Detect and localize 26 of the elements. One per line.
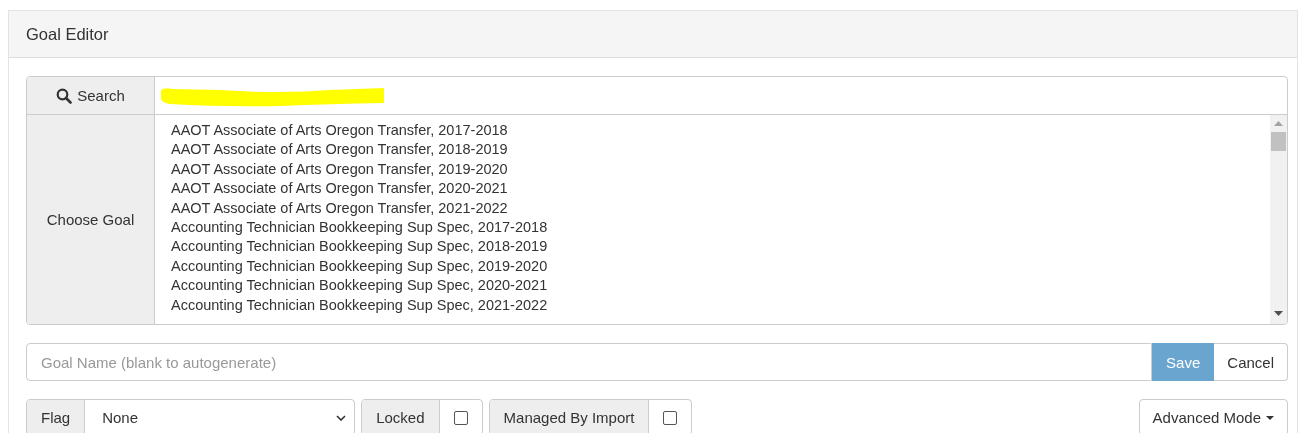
scrollbar[interactable] bbox=[1270, 115, 1287, 324]
cancel-button[interactable]: Cancel bbox=[1214, 343, 1288, 381]
search-icon bbox=[56, 87, 73, 104]
goal-option[interactable]: AAOT Associate of Arts Oregon Transfer, 2020-2021 bbox=[171, 179, 1270, 199]
caret-icon bbox=[1266, 415, 1274, 420]
choose-goal-label: Choose Goal bbox=[46, 211, 135, 228]
goal-name-field[interactable]: Goal Name (blank to autogenerate) bbox=[26, 343, 1153, 381]
advanced-mode-button[interactable]: Advanced Mode bbox=[1138, 399, 1288, 433]
locked-checkbox[interactable] bbox=[453, 410, 468, 425]
scroll-thumb[interactable] bbox=[1271, 132, 1286, 151]
goal-option[interactable]: Accounting Technician Bookkeeping Sup Spec, 2019-2020 bbox=[171, 256, 1270, 277]
search-label: Search bbox=[27, 77, 155, 115]
goal-option[interactable]: Accounting Technician Bookkeeping Sup Spec, 2020-2021 bbox=[171, 276, 1270, 296]
goal-option[interactable]: AAOT Associate of Arts Oregon Transfer, 2021-2022 bbox=[171, 198, 1270, 219]
managed-by-import-checkbox[interactable] bbox=[663, 410, 678, 425]
goal-option[interactable]: Accounting Technician Bookkeeping Sup Spec, 2017-2018 bbox=[171, 218, 1270, 238]
scroll-down-icon bbox=[1274, 311, 1283, 316]
locked-label: Locked bbox=[362, 400, 440, 433]
goal-option[interactable]: Accounting Technician Bookkeeping Sup Spec, 2018-2019 bbox=[171, 237, 1270, 257]
goal-option[interactable]: Accounting Technician Bookkeeping Sup Spec, 2021-2022 bbox=[171, 295, 1270, 316]
scroll-up-icon bbox=[1274, 121, 1283, 126]
goal-option[interactable]: AAOT Associate of Arts Oregon Transfer, 2018-2019 bbox=[171, 140, 1270, 160]
goal-option[interactable]: AAOT Associate of Arts Oregon Transfer, 2017-2018 bbox=[171, 121, 1270, 141]
managed-by-import-label: Managed By Import bbox=[489, 400, 650, 433]
goal-option[interactable]: AAOT Associate of Arts Oregon Transfer, 2019-2020 bbox=[171, 159, 1270, 180]
panel-title: Goal Editor bbox=[26, 24, 109, 44]
